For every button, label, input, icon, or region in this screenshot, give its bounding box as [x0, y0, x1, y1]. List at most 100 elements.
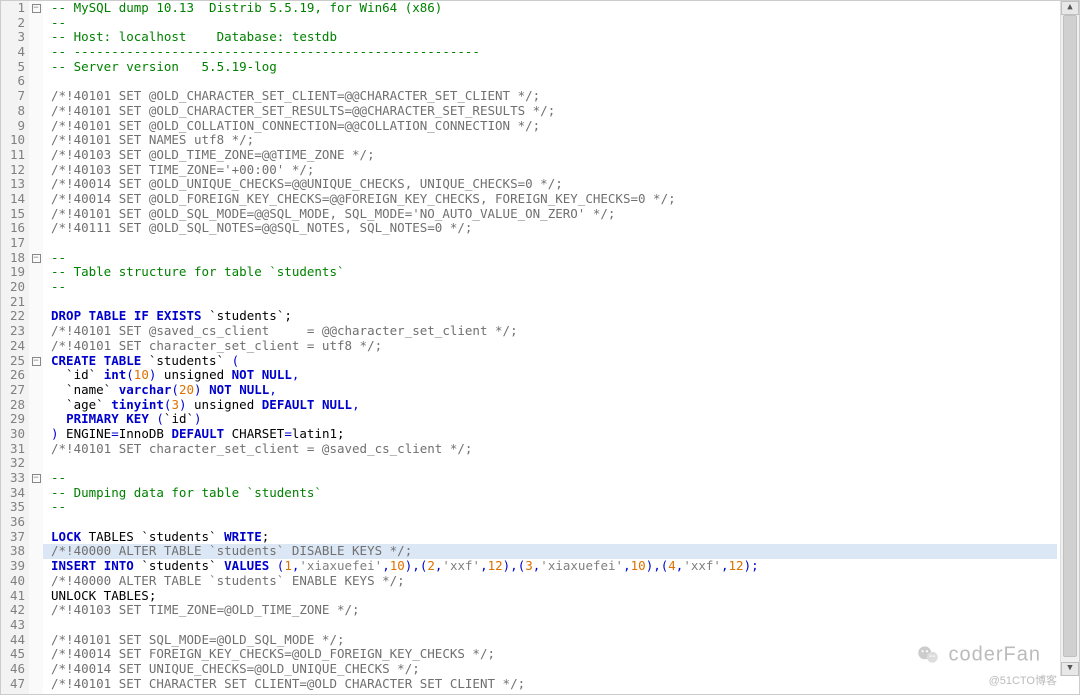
- line-number[interactable]: 14: [1, 192, 29, 207]
- code-line[interactable]: CREATE TABLE `students` (: [43, 354, 1057, 369]
- line-number[interactable]: 28: [1, 398, 29, 413]
- scrollbar-thumb[interactable]: [1063, 15, 1077, 657]
- code-line[interactable]: /*!40101 SET @OLD_CHARACTER_SET_RESULTS=…: [43, 104, 1057, 119]
- code-line[interactable]: /*!40101 SET @OLD_COLLATION_CONNECTION=@…: [43, 119, 1057, 134]
- code-line[interactable]: `name` varchar(20) NOT NULL,: [43, 383, 1057, 398]
- line-number[interactable]: 11: [1, 148, 29, 163]
- line-number[interactable]: 38: [1, 544, 29, 559]
- line-number[interactable]: 18: [1, 251, 29, 266]
- code-line[interactable]: -- Dumping data for table `students`: [43, 486, 1057, 501]
- fold-toggle-icon[interactable]: −: [32, 357, 41, 366]
- line-number[interactable]: 19: [1, 265, 29, 280]
- line-number[interactable]: 26: [1, 368, 29, 383]
- line-number[interactable]: 20: [1, 280, 29, 295]
- line-number[interactable]: 29: [1, 412, 29, 427]
- line-number[interactable]: 12: [1, 163, 29, 178]
- line-number[interactable]: 23: [1, 324, 29, 339]
- code-line[interactable]: /*!40000 ALTER TABLE `students` DISABLE …: [43, 544, 1057, 559]
- line-number[interactable]: 9: [1, 119, 29, 134]
- code-line[interactable]: /*!40014 SET UNIQUE_CHECKS=@OLD_UNIQUE_C…: [43, 662, 1057, 677]
- code-line[interactable]: -- -------------------------------------…: [43, 45, 1057, 60]
- line-number[interactable]: 43: [1, 618, 29, 633]
- fold-slot[interactable]: −: [29, 251, 43, 266]
- scroll-up-arrow[interactable]: ▲: [1061, 1, 1079, 15]
- code-line[interactable]: [43, 618, 1057, 633]
- code-line[interactable]: /*!40101 SET character_set_client = @sav…: [43, 442, 1057, 457]
- line-number-gutter[interactable]: 1234567891011121314151617181920212223242…: [1, 1, 30, 694]
- fold-toggle-icon[interactable]: −: [32, 254, 41, 263]
- code-line[interactable]: /*!40014 SET @OLD_FOREIGN_KEY_CHECKS=@@F…: [43, 192, 1057, 207]
- line-number[interactable]: 4: [1, 45, 29, 60]
- fold-toggle-icon[interactable]: −: [32, 4, 41, 13]
- code-line[interactable]: -- MySQL dump 10.13 Distrib 5.5.19, for …: [43, 1, 1057, 16]
- fold-column[interactable]: − − − −: [29, 1, 43, 694]
- code-line[interactable]: [43, 74, 1057, 89]
- line-number[interactable]: 3: [1, 30, 29, 45]
- line-number[interactable]: 40: [1, 574, 29, 589]
- code-line[interactable]: /*!40101 SET SQL_MODE=@OLD_SQL_MODE */;: [43, 633, 1057, 648]
- code-line[interactable]: --: [43, 500, 1057, 515]
- line-number[interactable]: 16: [1, 221, 29, 236]
- code-line[interactable]: /*!40111 SET @OLD_SQL_NOTES=@@SQL_NOTES,…: [43, 221, 1057, 236]
- line-number[interactable]: 32: [1, 456, 29, 471]
- code-line[interactable]: [43, 295, 1057, 310]
- code-line[interactable]: --: [43, 251, 1057, 266]
- code-line[interactable]: -- Server version 5.5.19-log: [43, 60, 1057, 75]
- code-line[interactable]: /*!40014 SET FOREIGN_KEY_CHECKS=@OLD_FOR…: [43, 647, 1057, 662]
- code-line[interactable]: --: [43, 16, 1057, 31]
- line-number[interactable]: 5: [1, 60, 29, 75]
- code-line[interactable]: /*!40103 SET TIME_ZONE=@OLD_TIME_ZONE */…: [43, 603, 1057, 618]
- code-line[interactable]: [43, 456, 1057, 471]
- code-line[interactable]: --: [43, 280, 1057, 295]
- code-line[interactable]: /*!40000 ALTER TABLE `students` ENABLE K…: [43, 574, 1057, 589]
- code-line[interactable]: UNLOCK TABLES;: [43, 589, 1057, 604]
- fold-slot[interactable]: −: [29, 354, 43, 369]
- line-number[interactable]: 13: [1, 177, 29, 192]
- fold-toggle-icon[interactable]: −: [32, 474, 41, 483]
- code-line[interactable]: /*!40103 SET @OLD_TIME_ZONE=@@TIME_ZONE …: [43, 148, 1057, 163]
- code-line[interactable]: /*!40101 SET @OLD_CHARACTER_SET_CLIENT=@…: [43, 89, 1057, 104]
- line-number[interactable]: 44: [1, 633, 29, 648]
- code-line[interactable]: /*!40101 SET NAMES utf8 */;: [43, 133, 1057, 148]
- line-number[interactable]: 47: [1, 677, 29, 692]
- line-number[interactable]: 25: [1, 354, 29, 369]
- code-content[interactable]: -- MySQL dump 10.13 Distrib 5.5.19, for …: [43, 1, 1057, 694]
- line-number[interactable]: 10: [1, 133, 29, 148]
- line-number[interactable]: 34: [1, 486, 29, 501]
- line-number[interactable]: 39: [1, 559, 29, 574]
- code-line[interactable]: `id` int(10) unsigned NOT NULL,: [43, 368, 1057, 383]
- line-number[interactable]: 33: [1, 471, 29, 486]
- line-number[interactable]: 22: [1, 309, 29, 324]
- code-line[interactable]: /*!40101 SET @saved_cs_client = @@charac…: [43, 324, 1057, 339]
- code-line[interactable]: [43, 515, 1057, 530]
- scroll-down-arrow[interactable]: ▼: [1061, 662, 1079, 676]
- code-line[interactable]: PRIMARY KEY (`id`): [43, 412, 1057, 427]
- line-number[interactable]: 46: [1, 662, 29, 677]
- code-line[interactable]: LOCK TABLES `students` WRITE;: [43, 530, 1057, 545]
- line-number[interactable]: 8: [1, 104, 29, 119]
- vertical-scrollbar[interactable]: ▲ ▼: [1060, 1, 1079, 676]
- code-line[interactable]: INSERT INTO `students` VALUES (1,'xiaxue…: [43, 559, 1057, 574]
- line-number[interactable]: 42: [1, 603, 29, 618]
- code-line[interactable]: /*!40103 SET TIME_ZONE='+00:00' */;: [43, 163, 1057, 178]
- line-number[interactable]: 31: [1, 442, 29, 457]
- line-number[interactable]: 7: [1, 89, 29, 104]
- code-line[interactable]: -- Table structure for table `students`: [43, 265, 1057, 280]
- line-number[interactable]: 36: [1, 515, 29, 530]
- code-line[interactable]: --: [43, 471, 1057, 486]
- code-line[interactable]: /*!40101 SET CHARACTER SET CLIENT=@OLD C…: [43, 677, 1057, 692]
- line-number[interactable]: 35: [1, 500, 29, 515]
- code-line[interactable]: ) ENGINE=InnoDB DEFAULT CHARSET=latin1;: [43, 427, 1057, 442]
- code-line[interactable]: /*!40101 SET @OLD_SQL_MODE=@@SQL_MODE, S…: [43, 207, 1057, 222]
- line-number[interactable]: 21: [1, 295, 29, 310]
- line-number[interactable]: 1: [1, 1, 29, 16]
- code-line[interactable]: /*!40014 SET @OLD_UNIQUE_CHECKS=@@UNIQUE…: [43, 177, 1057, 192]
- line-number[interactable]: 17: [1, 236, 29, 251]
- line-number[interactable]: 37: [1, 530, 29, 545]
- code-line[interactable]: `age` tinyint(3) unsigned DEFAULT NULL,: [43, 398, 1057, 413]
- line-number[interactable]: 6: [1, 74, 29, 89]
- line-number[interactable]: 2: [1, 16, 29, 31]
- fold-slot[interactable]: −: [29, 471, 43, 486]
- fold-slot[interactable]: −: [29, 1, 43, 16]
- code-line[interactable]: /*!40101 SET character_set_client = utf8…: [43, 339, 1057, 354]
